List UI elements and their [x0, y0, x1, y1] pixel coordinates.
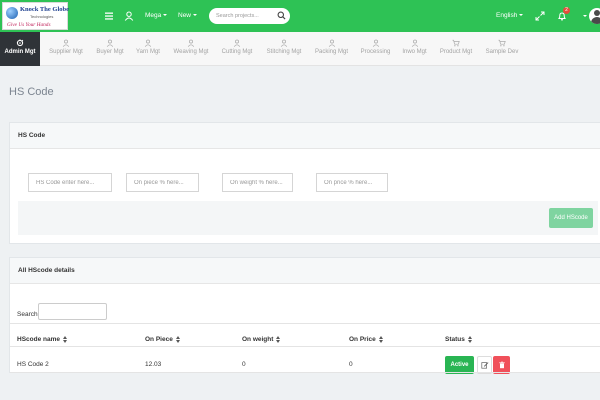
mega-menu-label: Mega [145, 12, 162, 19]
chevron-down-icon [519, 14, 524, 17]
brand-tagline: Give Us Your Hands [7, 22, 51, 28]
cart-icon [452, 39, 460, 47]
on-weight-input[interactable] [222, 173, 293, 192]
table-header-line [10, 346, 600, 347]
chevron-down-icon [193, 14, 198, 17]
on-price-input[interactable] [316, 173, 388, 192]
module-sample-dev[interactable]: Sample Dev [483, 32, 521, 66]
module-processing[interactable]: Processing [358, 32, 393, 66]
user-icon [187, 39, 195, 47]
hamburger-icon[interactable] [104, 11, 114, 21]
table-panel-title: All HScode details [10, 258, 600, 284]
user-icon [280, 39, 288, 47]
module-label: Sample Dev [485, 49, 519, 55]
module-packing-mgt[interactable]: Packing Mgt [312, 32, 351, 66]
module-label: Admin Mgt [4, 49, 36, 55]
cell-on-piece: 12.03 [145, 361, 162, 368]
user-icon [106, 39, 114, 47]
form-panel-title: HS Code [10, 123, 600, 149]
module-label: Weaving Mgt [173, 49, 209, 55]
language-select[interactable]: English [496, 12, 524, 19]
table-row-line [10, 372, 600, 373]
trash-icon [498, 361, 505, 369]
language-label: English [496, 12, 518, 19]
page-title: HS Code [9, 86, 54, 98]
gear-icon [16, 39, 24, 47]
column-header-on-piece[interactable]: On Piece [145, 336, 180, 343]
cell-on-weight: 0 [242, 361, 246, 368]
form-footer [18, 201, 598, 235]
sort-icon [175, 336, 180, 343]
user-icon [411, 39, 418, 47]
user-icon [62, 39, 70, 47]
module-label: Stitching Mgt [266, 49, 302, 55]
sort-icon [378, 336, 383, 343]
search-icon[interactable] [277, 11, 286, 20]
fullscreen-icon[interactable] [535, 11, 545, 21]
top-bar: Knock The Globe Technologies Give Us You… [0, 0, 600, 32]
user-icon [328, 39, 335, 47]
module-label: Buyer Mgt [96, 49, 124, 55]
table-top-line [10, 323, 600, 324]
brand-sub: Technologies [30, 14, 54, 19]
project-search [209, 8, 290, 24]
hscode-table-panel: All HScode details Search: HScode name O… [9, 257, 600, 374]
chevron-down-icon[interactable] [583, 15, 587, 17]
globe-icon [6, 7, 18, 19]
search-input[interactable] [216, 11, 274, 21]
column-header-hscode-name[interactable]: HScode name [17, 336, 67, 343]
module-label: Packing Mgt [314, 49, 348, 55]
brand-name: Knock The Globe [20, 6, 70, 13]
hs-code-input[interactable] [28, 173, 112, 192]
module-stitching-mgt[interactable]: Stitching Mgt [263, 32, 305, 66]
module-product-mgt[interactable]: Product Mgt [437, 32, 475, 66]
notification-badge: 2 [563, 7, 570, 14]
module-nav: Admin Mgt Supplier Mgt Buyer Mgt Yarn Mg… [0, 32, 600, 66]
module-supplier-mgt[interactable]: Supplier Mgt [45, 32, 87, 66]
module-label: Supplier Mgt [49, 49, 83, 55]
user-icon [233, 39, 241, 47]
module-buyer-mgt[interactable]: Buyer Mgt [92, 32, 128, 66]
module-label: Cutting Mgt [221, 49, 253, 55]
user-icon [144, 39, 152, 47]
module-label: Processing [360, 49, 391, 55]
module-yarn-mgt[interactable]: Yarn Mgt [133, 32, 163, 66]
column-header-label: On Price [349, 336, 376, 344]
table-search-label: Search: [17, 311, 40, 318]
module-label: Product Mgt [439, 49, 473, 55]
module-label: Yarn Mgt [136, 49, 160, 55]
module-label: Inwo Mgt [402, 49, 427, 55]
column-header-label: Status [445, 336, 465, 344]
chevron-down-icon [163, 14, 168, 17]
cart-icon [498, 39, 506, 47]
module-cutting-mgt[interactable]: Cutting Mgt [218, 32, 256, 66]
sort-icon [467, 336, 472, 343]
column-header-label: HScode name [17, 336, 60, 344]
mega-menu[interactable]: Mega [145, 12, 168, 19]
on-piece-input[interactable] [126, 173, 199, 192]
column-header-status[interactable]: Status [445, 336, 472, 343]
sort-icon [63, 336, 67, 343]
sort-icon [276, 336, 281, 343]
user-icon [372, 39, 379, 47]
avatar[interactable] [589, 8, 600, 24]
cell-on-price: 0 [349, 361, 353, 368]
user-icon[interactable] [124, 11, 134, 21]
column-header-on-weight[interactable]: On weight [242, 336, 281, 344]
table-search-input[interactable] [38, 303, 107, 320]
new-menu-label: New [178, 12, 192, 19]
cell-hscode-name: HS Code 2 [17, 361, 49, 368]
hs-code-form-panel: HS Code Add HScode [9, 122, 600, 244]
module-admin-mgt[interactable]: Admin Mgt [0, 32, 40, 66]
new-menu[interactable]: New [178, 12, 198, 19]
module-inwo-mgt[interactable]: Inwo Mgt [399, 32, 430, 66]
column-header-label: On Piece [145, 336, 173, 344]
column-header-label: On weight [242, 336, 274, 344]
edit-icon [480, 362, 488, 369]
add-hscode-button[interactable]: Add HScode [549, 208, 593, 228]
brand-logo[interactable]: Knock The Globe Technologies Give Us You… [2, 2, 70, 30]
column-header-on-price[interactable]: On Price [349, 336, 383, 343]
module-weaving-mgt[interactable]: Weaving Mgt [171, 32, 211, 66]
